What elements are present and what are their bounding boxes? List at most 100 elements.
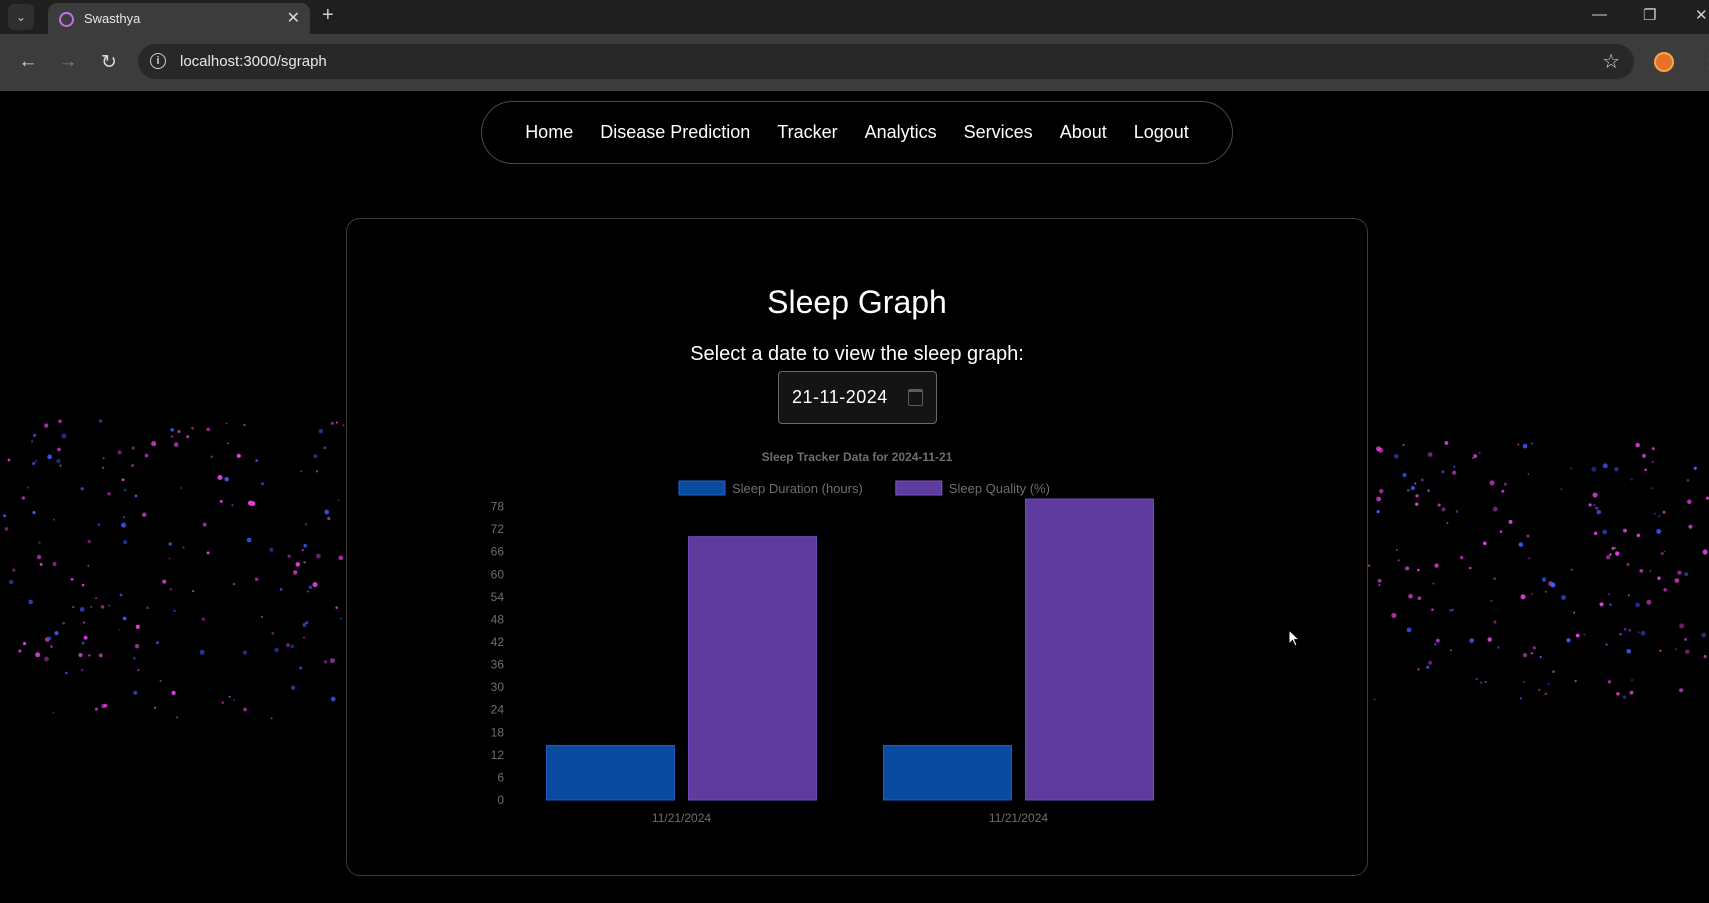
minimize-window-icon[interactable]: — xyxy=(1592,6,1607,23)
particle xyxy=(1518,542,1524,547)
bookmark-star-icon[interactable]: ☆ xyxy=(1602,49,1620,74)
particle xyxy=(1629,690,1634,695)
particle xyxy=(1663,550,1666,553)
particle xyxy=(1636,533,1640,538)
forward-arrow-icon[interactable]: → xyxy=(56,50,80,74)
particle xyxy=(1391,612,1397,619)
back-arrow-icon[interactable]: ← xyxy=(16,50,40,74)
nav-link-analytics[interactable]: Analytics xyxy=(865,122,937,143)
address-bar[interactable]: i localhost:3000/sgraph ☆ xyxy=(138,44,1634,79)
particle xyxy=(95,597,97,600)
particle xyxy=(107,492,111,496)
particle xyxy=(329,658,335,664)
particle xyxy=(1687,499,1692,504)
particle xyxy=(1619,632,1622,636)
particle xyxy=(206,551,210,555)
particle xyxy=(300,470,303,472)
particle xyxy=(173,609,176,612)
particle xyxy=(1530,652,1534,655)
particle xyxy=(236,453,241,459)
particle xyxy=(338,555,344,561)
profile-avatar-icon[interactable] xyxy=(1654,52,1674,72)
particle xyxy=(134,494,138,498)
particle xyxy=(1431,608,1434,611)
close-window-icon[interactable]: ✕ xyxy=(1695,6,1708,24)
particle xyxy=(1473,454,1478,459)
tab-search-button[interactable]: ⌄ xyxy=(8,4,34,30)
bar-sleep-quality xyxy=(688,536,817,801)
particle xyxy=(1640,630,1646,636)
particle xyxy=(1675,648,1678,651)
nav-link-disease-prediction[interactable]: Disease Prediction xyxy=(600,122,750,143)
particle xyxy=(1630,478,1633,481)
particle xyxy=(8,579,14,585)
restore-window-icon[interactable]: ❐ xyxy=(1643,6,1656,24)
particle xyxy=(123,488,127,492)
particle xyxy=(97,523,101,526)
particle xyxy=(1469,638,1474,643)
particle xyxy=(1662,510,1666,514)
particle xyxy=(330,696,336,702)
particle xyxy=(1644,468,1647,472)
particle xyxy=(180,487,183,490)
particle xyxy=(1679,623,1685,629)
particle xyxy=(50,645,53,648)
nav-link-tracker[interactable]: Tracker xyxy=(777,122,837,143)
particle xyxy=(1674,578,1680,583)
particle xyxy=(1406,627,1412,633)
particle xyxy=(1541,577,1547,582)
particle xyxy=(1484,681,1487,683)
particle xyxy=(80,487,84,491)
y-tick-label: 6 xyxy=(497,770,504,784)
app-favicon-icon xyxy=(59,12,74,27)
particle xyxy=(121,478,125,482)
particle xyxy=(146,606,149,609)
particle xyxy=(1622,695,1627,699)
particle xyxy=(247,500,254,506)
particle xyxy=(1596,509,1602,515)
particle xyxy=(201,617,206,621)
nav-link-home[interactable]: Home xyxy=(525,122,573,143)
particle xyxy=(1623,528,1627,533)
particle xyxy=(122,516,125,519)
particle xyxy=(1471,457,1474,460)
particle xyxy=(1560,488,1563,491)
particle xyxy=(1410,485,1416,491)
particle xyxy=(1408,593,1413,599)
particle xyxy=(133,657,136,660)
particle xyxy=(1395,548,1398,551)
particle xyxy=(1414,482,1417,485)
particle xyxy=(1493,620,1497,624)
particle xyxy=(1415,502,1419,506)
bar-sleep-quality xyxy=(1025,498,1154,801)
site-info-icon[interactable]: i xyxy=(150,53,166,69)
particle xyxy=(81,641,85,645)
y-tick-label: 24 xyxy=(491,703,505,717)
particle xyxy=(1701,632,1707,638)
y-tick-label: 30 xyxy=(491,680,505,694)
nav-link-logout[interactable]: Logout xyxy=(1134,122,1189,143)
particle xyxy=(324,509,330,515)
nav-link-services[interactable]: Services xyxy=(964,122,1033,143)
browser-menu-icon[interactable]: ⋮ xyxy=(1700,48,1709,73)
particle xyxy=(1574,679,1577,683)
particle xyxy=(308,585,313,589)
browser-tab-active[interactable]: Swasthya ✕ xyxy=(48,3,310,34)
particle xyxy=(1650,487,1653,490)
new-tab-plus-icon[interactable]: + xyxy=(322,4,334,27)
url-text[interactable]: localhost:3000/sgraph xyxy=(180,53,327,70)
particle xyxy=(1378,488,1384,494)
particle xyxy=(1686,478,1690,482)
particle xyxy=(31,440,34,443)
particle xyxy=(228,695,231,698)
particle xyxy=(1627,594,1630,597)
nav-link-about[interactable]: About xyxy=(1060,122,1107,143)
close-tab-icon[interactable]: ✕ xyxy=(287,8,300,28)
particle xyxy=(1378,447,1384,453)
particle xyxy=(270,717,273,720)
top-navbar: Home Disease Prediction Tracker Analytic… xyxy=(481,101,1233,164)
particle xyxy=(1547,683,1550,686)
particle xyxy=(1684,572,1689,576)
reload-icon[interactable]: ↻ xyxy=(97,50,121,74)
particle xyxy=(269,547,274,552)
